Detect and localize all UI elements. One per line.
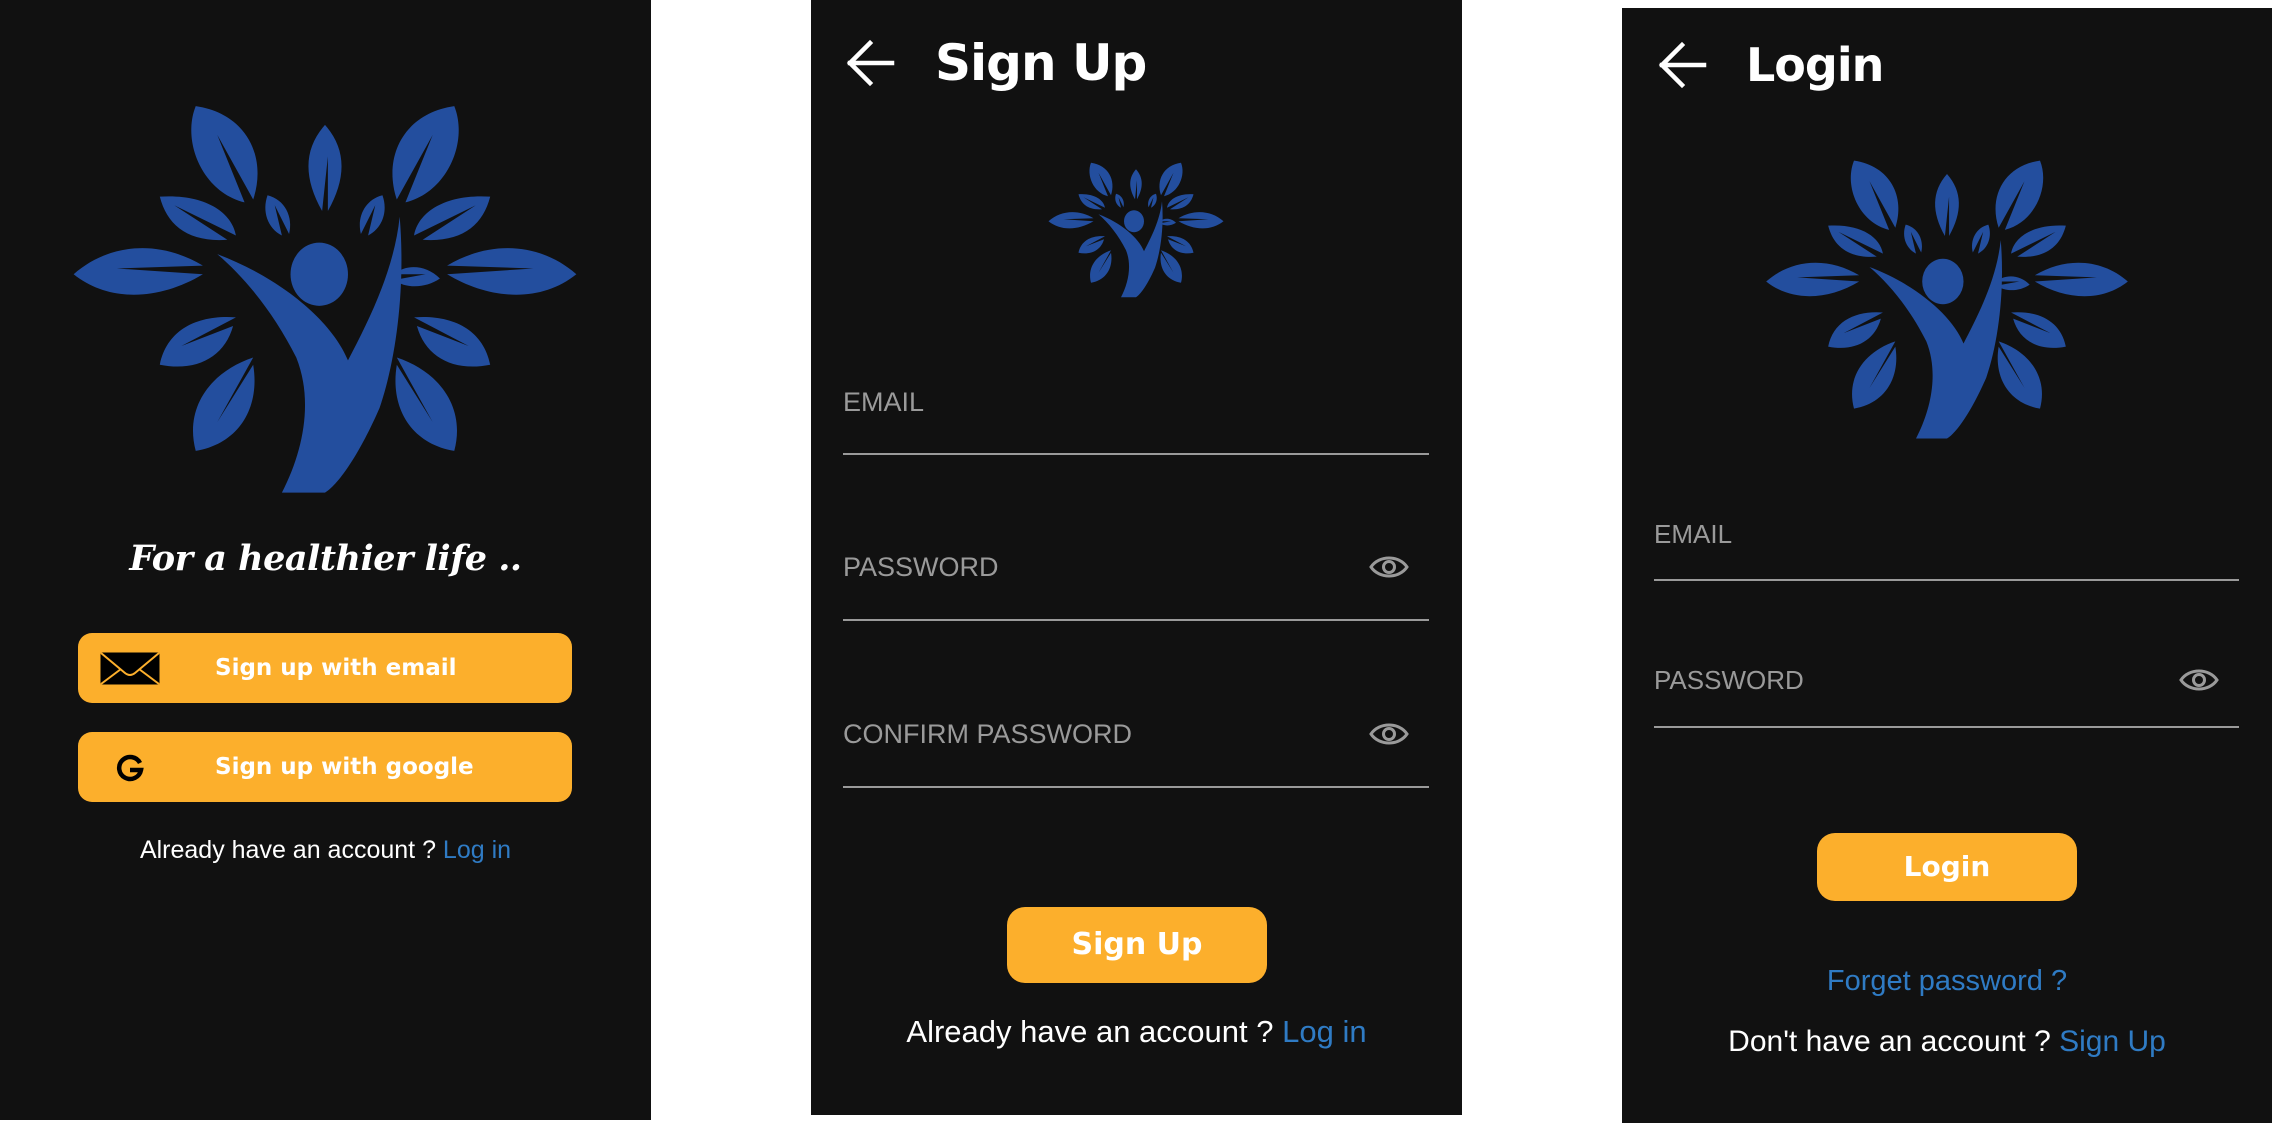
arrow-left-icon <box>846 39 895 87</box>
forgot-password-link[interactable]: Forget password ? <box>1622 965 2272 998</box>
sign-up-button[interactable]: Sign Up <box>1007 907 1267 983</box>
password-field-underline <box>843 619 1429 621</box>
password-field-label: PASSWORD <box>843 552 999 582</box>
password-field[interactable]: PASSWORD <box>843 547 1429 621</box>
sign-up-link[interactable]: Sign Up <box>2059 1025 2166 1058</box>
back-button[interactable] <box>846 38 896 88</box>
google-icon <box>115 753 145 783</box>
eye-icon[interactable] <box>2179 664 2219 696</box>
signup-prompt: Don't have an account ? Sign Up <box>1622 1025 2272 1059</box>
email-field-underline <box>1654 579 2239 581</box>
signup-screen: Sign Up EMAIL PASSWORD CONFIRM PASSWORD … <box>811 0 1462 1115</box>
envelope-icon <box>99 651 161 686</box>
tree-person-logo-icon <box>65 99 585 494</box>
sign-up-with-google-button[interactable]: Sign up with google <box>78 732 572 802</box>
signup-prompt-text: Don't have an account ? <box>1728 1025 2060 1058</box>
confirm-password-field-underline <box>843 786 1429 788</box>
confirm-password-field[interactable]: CONFIRM PASSWORD <box>843 714 1429 788</box>
app-logo <box>1761 140 2133 455</box>
app-logo <box>1046 142 1226 316</box>
back-button[interactable] <box>1658 40 1708 90</box>
login-prompt-text: Already have an account ? <box>139 836 443 864</box>
log-in-link[interactable]: Log in <box>443 836 511 864</box>
eye-icon[interactable] <box>1369 551 1409 583</box>
sign-up-with-google-label: Sign up with google <box>215 754 474 780</box>
sign-up-with-email-label: Sign up with email <box>215 655 457 681</box>
login-prompt: Already have an account ? Log in <box>811 1014 1462 1050</box>
tree-person-logo-icon <box>1761 140 2133 455</box>
email-field[interactable]: EMAIL <box>843 382 1429 455</box>
confirm-password-field-label: CONFIRM PASSWORD <box>843 719 1132 749</box>
email-field-underline <box>843 453 1429 455</box>
email-field[interactable]: EMAIL <box>1654 514 2239 581</box>
app-logo <box>65 99 585 494</box>
signup-header: Sign Up <box>811 0 1462 120</box>
password-field[interactable]: PASSWORD <box>1654 660 2239 728</box>
login-header: Login <box>1622 8 2272 128</box>
eye-icon[interactable] <box>1369 718 1409 750</box>
login-prompt: Already have an account ? Log in <box>0 836 651 865</box>
password-field-underline <box>1654 726 2239 728</box>
tagline: For a healthier life .. <box>129 538 522 579</box>
log-in-link[interactable]: Log in <box>1282 1014 1366 1049</box>
arrow-left-icon <box>1658 41 1707 89</box>
email-field-label: EMAIL <box>843 387 925 417</box>
login-button[interactable]: Login <box>1817 833 2077 901</box>
sign-up-with-email-button[interactable]: Sign up with email <box>78 633 572 703</box>
login-prompt-text: Already have an account ? <box>906 1014 1283 1049</box>
page-title: Login <box>1746 38 1884 92</box>
password-field-label: PASSWORD <box>1654 665 1804 695</box>
tree-person-logo-icon <box>1046 142 1226 316</box>
login-screen: Login EMAIL PASSWORD Login Forget passwo… <box>1622 8 2272 1123</box>
page-title: Sign Up <box>935 34 1147 92</box>
email-field-label: EMAIL <box>1654 519 1733 549</box>
welcome-screen: For a healthier life .. Sign up with ema… <box>0 0 651 1120</box>
